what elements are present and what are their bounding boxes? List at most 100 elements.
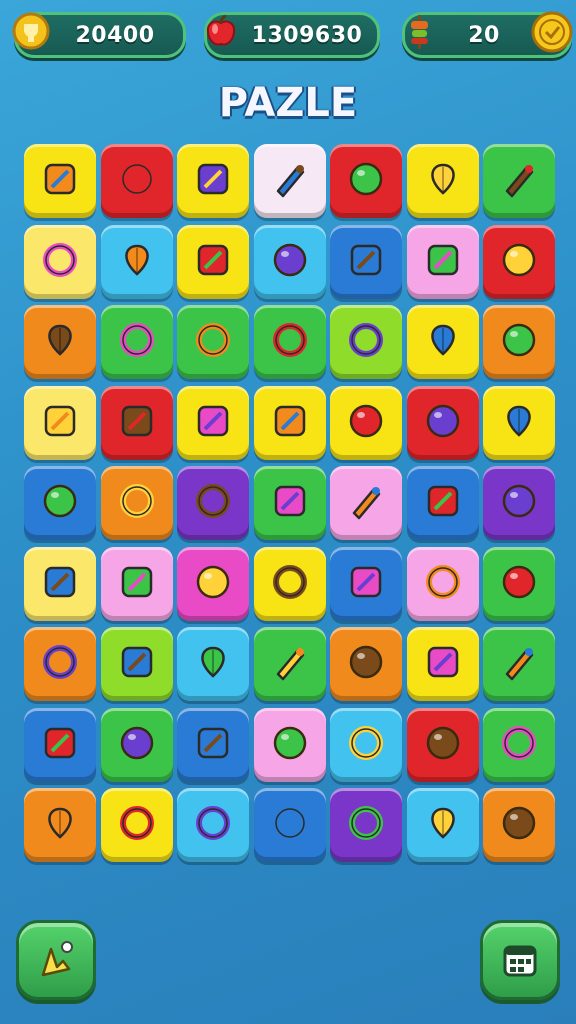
puzzle-tile[interactable] bbox=[24, 144, 96, 218]
puzzle-tile[interactable] bbox=[483, 466, 555, 540]
puzzle-tile[interactable] bbox=[253, 627, 326, 701]
puzzle-tile[interactable] bbox=[177, 466, 249, 540]
puzzle-tile[interactable] bbox=[330, 546, 402, 621]
recycle-icon bbox=[493, 636, 545, 692]
puzzle-tile[interactable] bbox=[100, 385, 173, 460]
puzzle-tile[interactable] bbox=[483, 788, 555, 862]
puzzle-tile[interactable] bbox=[483, 707, 555, 782]
trophy-icon bbox=[9, 9, 53, 53]
puzzle-tile[interactable] bbox=[24, 224, 96, 299]
green-gear-icon bbox=[417, 395, 469, 451]
puzzle-tile[interactable] bbox=[406, 385, 479, 460]
grapes-icon bbox=[264, 475, 316, 531]
bread-icon bbox=[493, 556, 545, 612]
puzzle-tile[interactable] bbox=[253, 305, 326, 379]
green-leaf-icon bbox=[493, 475, 545, 531]
note-icon bbox=[264, 797, 316, 853]
puzzle-tile[interactable] bbox=[483, 385, 555, 460]
puzzle-tile[interactable] bbox=[253, 466, 326, 540]
envelope-icon bbox=[493, 395, 545, 451]
bowl-icon bbox=[493, 717, 545, 773]
dropper-icon bbox=[264, 153, 316, 209]
puzzle-tile[interactable] bbox=[406, 305, 479, 379]
puzzle-tile[interactable] bbox=[253, 144, 326, 218]
puzzle-tile[interactable] bbox=[483, 305, 555, 379]
bottle-icon bbox=[340, 556, 392, 612]
puzzle-tile[interactable] bbox=[100, 788, 173, 862]
puzzle-tile[interactable] bbox=[330, 385, 402, 460]
puzzle-tile[interactable] bbox=[330, 224, 402, 299]
puzzle-tile[interactable] bbox=[330, 466, 402, 540]
puzzle-tile[interactable] bbox=[24, 707, 96, 782]
puzzle-tile[interactable] bbox=[100, 305, 173, 379]
puzzle-tile[interactable] bbox=[406, 788, 479, 862]
puzzle-tile[interactable] bbox=[406, 466, 479, 540]
puzzle-tile[interactable] bbox=[253, 788, 326, 862]
puzzle-tile[interactable] bbox=[483, 627, 555, 701]
jar-icon bbox=[417, 314, 469, 370]
burger-icon bbox=[417, 234, 469, 290]
puzzle-tile[interactable] bbox=[100, 466, 173, 540]
puzzle-tile[interactable] bbox=[406, 707, 479, 782]
puzzle-tile[interactable] bbox=[177, 788, 249, 862]
puzzle-tile[interactable] bbox=[100, 144, 173, 218]
puzzle-tile[interactable] bbox=[253, 385, 326, 460]
target-icon bbox=[417, 475, 469, 531]
puzzle-tile[interactable] bbox=[406, 546, 479, 621]
hint-button[interactable] bbox=[16, 920, 96, 1000]
puzzle-tile[interactable] bbox=[483, 224, 555, 299]
puzzle-tile[interactable] bbox=[253, 707, 326, 782]
fruit-icon bbox=[264, 234, 316, 290]
puzzle-tile[interactable] bbox=[330, 144, 402, 218]
chart-icon bbox=[493, 234, 545, 290]
compass-icon bbox=[493, 153, 545, 209]
lime-icon bbox=[340, 717, 392, 773]
puzzle-tile[interactable] bbox=[177, 144, 249, 218]
usb-icon bbox=[34, 314, 86, 370]
puzzle-tile[interactable] bbox=[24, 305, 96, 379]
leaf-icon bbox=[34, 234, 86, 290]
puzzle-tile[interactable] bbox=[177, 385, 249, 460]
puzzle-tile[interactable] bbox=[330, 305, 402, 379]
puzzle-tile[interactable] bbox=[483, 546, 555, 621]
puzzle-tile[interactable] bbox=[330, 707, 402, 782]
puzzle-tile[interactable] bbox=[24, 385, 96, 460]
ticket-icon bbox=[417, 636, 469, 692]
pencil-icon bbox=[187, 234, 239, 290]
puzzle-tile[interactable] bbox=[253, 224, 326, 299]
apple-icon bbox=[199, 9, 243, 53]
coin-counter: 20 bbox=[402, 11, 573, 58]
calendar-button[interactable] bbox=[480, 920, 560, 1000]
puzzle-tile[interactable] bbox=[24, 466, 96, 540]
camera-icon bbox=[34, 556, 86, 612]
puzzle-tile[interactable] bbox=[177, 627, 249, 701]
puzzle-tile[interactable] bbox=[483, 144, 555, 218]
puzzle-tile[interactable] bbox=[253, 546, 326, 621]
puzzle-tile[interactable] bbox=[24, 546, 96, 621]
puzzle-tile[interactable] bbox=[24, 788, 96, 862]
puzzle-tile[interactable] bbox=[177, 546, 249, 621]
star-arrow-icon bbox=[340, 153, 392, 209]
gear-icon bbox=[264, 314, 316, 370]
flower-icon bbox=[187, 395, 239, 451]
puzzle-tile[interactable] bbox=[177, 305, 249, 379]
puzzle-tile[interactable] bbox=[330, 788, 402, 862]
puzzle-tile[interactable] bbox=[100, 707, 173, 782]
phone-icon bbox=[34, 475, 86, 531]
puzzle-tile[interactable] bbox=[406, 144, 479, 218]
key-icon bbox=[417, 797, 469, 853]
puzzle-tile[interactable] bbox=[177, 224, 249, 299]
calendar-icon bbox=[503, 945, 537, 977]
lightning-icon bbox=[417, 556, 469, 612]
tool-icon bbox=[111, 314, 163, 370]
puzzle-tile[interactable] bbox=[100, 224, 173, 299]
puzzle-tile[interactable] bbox=[100, 627, 173, 701]
puzzle-tile[interactable] bbox=[406, 627, 479, 701]
bear-icon bbox=[187, 797, 239, 853]
heart-icon bbox=[417, 717, 469, 773]
puzzle-tile[interactable] bbox=[24, 627, 96, 701]
puzzle-tile[interactable] bbox=[100, 546, 173, 621]
puzzle-tile[interactable] bbox=[330, 627, 402, 701]
puzzle-tile[interactable] bbox=[406, 224, 479, 299]
puzzle-tile[interactable] bbox=[177, 707, 249, 782]
